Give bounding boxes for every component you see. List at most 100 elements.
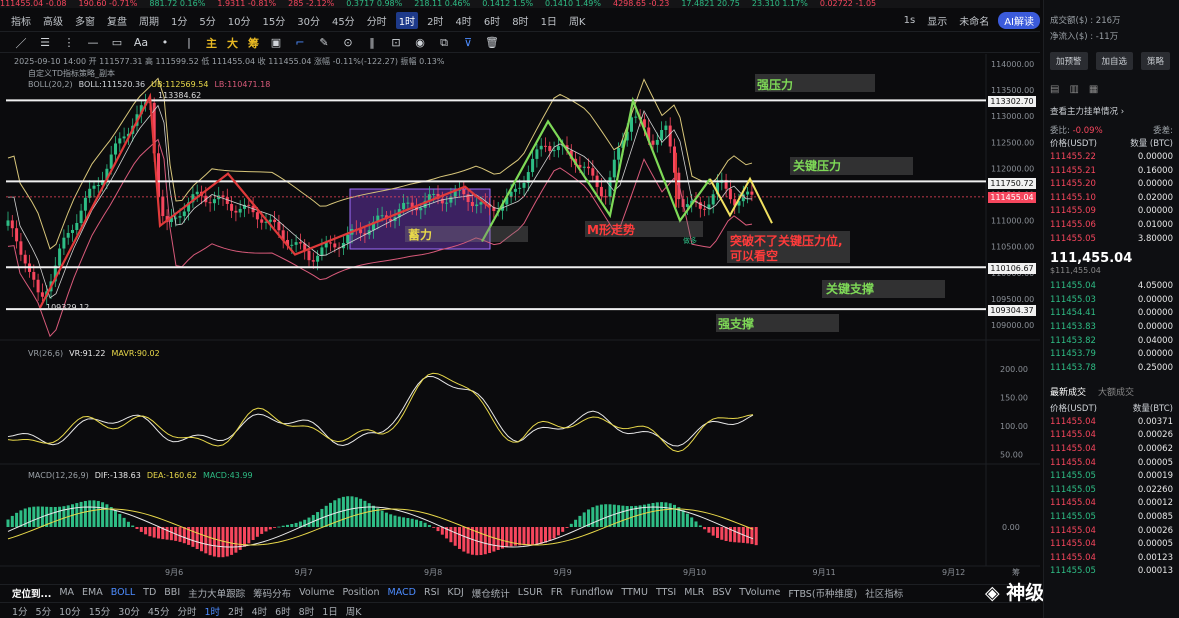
rectangle-icon[interactable]: ▭: [110, 36, 124, 50]
toolbar-right-item[interactable]: 1s: [901, 14, 919, 27]
period-tab[interactable]: 2时: [228, 604, 244, 618]
text-tool-icon[interactable]: Aa: [134, 36, 148, 50]
indicator-tab[interactable]: 爆仓统计: [472, 586, 510, 600]
toolbar-right-item[interactable]: 显示: [924, 12, 950, 29]
period-tab[interactable]: 30分: [118, 604, 140, 618]
hlines-icon[interactable]: ☰: [38, 36, 52, 50]
ticker-item[interactable]: 17.4821 20.75: [681, 0, 740, 8]
book-row[interactable]: 111455.05 0.00085: [1044, 510, 1179, 524]
period-tab[interactable]: 1日: [322, 604, 338, 618]
book-row[interactable]: 111455.10 0.02000: [1044, 191, 1179, 205]
lock-icon[interactable]: ⊡: [389, 36, 403, 50]
indicator-tab[interactable]: TVolume: [739, 587, 780, 598]
indicator-tab[interactable]: Volume: [299, 587, 334, 598]
book-row[interactable]: 111455.04 0.00005: [1044, 537, 1179, 551]
toolbar-item[interactable]: 2时: [424, 12, 446, 29]
ticker-item[interactable]: 218.11 0.46%: [414, 0, 470, 8]
indicator-tab[interactable]: Position: [343, 587, 380, 598]
period-tab[interactable]: 周K: [346, 604, 362, 618]
book-row[interactable]: 111455.04 4.05000: [1044, 279, 1179, 293]
pen-icon[interactable]: ✎: [317, 36, 331, 50]
book-sell-icon[interactable]: ▥: [1069, 84, 1078, 95]
book-row[interactable]: 111455.21 0.16000: [1044, 164, 1179, 178]
indicator-tab[interactable]: FTBS(币种维度): [788, 586, 857, 600]
eye-icon[interactable]: ◉: [413, 36, 427, 50]
book-buy-icon[interactable]: ▦: [1089, 84, 1098, 95]
book-row[interactable]: 111454.41 0.00000: [1044, 307, 1179, 321]
book-row[interactable]: 111455.20 0.00000: [1044, 177, 1179, 191]
indicator-tab[interactable]: TTSI: [656, 587, 676, 598]
indicator-tab[interactable]: BOLL: [111, 587, 135, 598]
ticker-item[interactable]: 0.3717 0.98%: [346, 0, 402, 8]
main-orders-link[interactable]: 查看主力挂单情况 ›: [1044, 95, 1179, 117]
indicator-tab[interactable]: BBI: [164, 587, 180, 598]
trash-icon[interactable]: 🗑: [485, 36, 499, 50]
indicator-tab[interactable]: RSI: [424, 587, 439, 598]
cursor-icon[interactable]: ⌐: [293, 36, 307, 50]
book-row[interactable]: 111453.78 0.25000: [1044, 361, 1179, 375]
filter-icon[interactable]: ⊽: [461, 36, 475, 50]
book-row[interactable]: 111455.04 0.00012: [1044, 497, 1179, 511]
toolbar-item[interactable]: 8时: [509, 12, 531, 29]
book-row[interactable]: 111455.04 0.00123: [1044, 551, 1179, 565]
toolbar-right-item[interactable]: 未命名: [956, 12, 992, 29]
book-row[interactable]: 111455.06 0.01000: [1044, 218, 1179, 232]
toolbar-item[interactable]: 30分: [294, 12, 323, 29]
period-tab[interactable]: 10分: [59, 604, 81, 618]
indicator-tab[interactable]: Fundflow: [571, 587, 614, 598]
book-row[interactable]: 111455.05 0.00019: [1044, 469, 1179, 483]
watchlist-button[interactable]: 加自选: [1095, 52, 1134, 70]
toolbar-item[interactable]: 周期: [136, 12, 162, 29]
toolbar-item[interactable]: 15分: [259, 12, 288, 29]
ticker-item[interactable]: 190.60 -0.71%: [79, 0, 138, 8]
hline-icon[interactable]: —: [86, 36, 100, 50]
dot-icon[interactable]: •: [158, 36, 172, 50]
indicator-tab[interactable]: KDJ: [447, 587, 463, 598]
book-row[interactable]: 111455.04 0.00005: [1044, 456, 1179, 470]
toolbar-item[interactable]: 1分: [168, 12, 190, 29]
toolbar-item[interactable]: 10分: [225, 12, 254, 29]
toolbar-right-item[interactable]: AI解读: [998, 12, 1040, 29]
measure-icon[interactable]: ⊙: [341, 36, 355, 50]
toolbar-item[interactable]: 1日: [538, 12, 560, 29]
period-tab[interactable]: 1时: [204, 604, 220, 618]
indicator-tab[interactable]: 定位到...: [12, 586, 51, 600]
book-both-icon[interactable]: ▤: [1050, 84, 1059, 95]
trendline-icon[interactable]: ／: [14, 36, 28, 50]
book-row[interactable]: 111455.05 0.02260: [1044, 483, 1179, 497]
book-row[interactable]: 111455.04 0.00026: [1044, 429, 1179, 443]
toolbar-item[interactable]: 45分: [329, 12, 358, 29]
toolbar-item[interactable]: 5分: [196, 12, 218, 29]
book-row[interactable]: 111455.05 3.80000: [1044, 232, 1179, 246]
image-icon[interactable]: ▣: [269, 36, 283, 50]
indicator-tab[interactable]: MLR: [684, 587, 704, 598]
toolbar-item[interactable]: 指标: [8, 12, 34, 29]
ticker-item[interactable]: 881.72 0.16%: [149, 0, 205, 8]
indicator-tab[interactable]: 主力大单跟踪: [188, 586, 245, 600]
layers-icon[interactable]: ⧉: [437, 36, 451, 50]
bars-icon[interactable]: ‖: [365, 36, 379, 50]
book-row[interactable]: 111455.22 0.00000: [1044, 150, 1179, 164]
ticker-item[interactable]: 23.310 1.17%: [752, 0, 808, 8]
period-tab[interactable]: 4时: [252, 604, 268, 618]
period-tab[interactable]: 8时: [299, 604, 315, 618]
toolbar-item[interactable]: 分时: [364, 12, 390, 29]
indicator-tab[interactable]: BSV: [712, 587, 731, 598]
book-row[interactable]: 111455.04 0.00371: [1044, 415, 1179, 429]
indicator-tab[interactable]: LSUR: [518, 587, 543, 598]
indicator-tab[interactable]: TD: [143, 587, 156, 598]
toolbar-item[interactable]: 周K: [566, 12, 589, 29]
alert-button[interactable]: 加预警: [1050, 52, 1088, 70]
book-row[interactable]: 111455.09 0.00000: [1044, 205, 1179, 219]
ticker-item[interactable]: 1.9311 -0.81%: [217, 0, 276, 8]
ticker-item[interactable]: 4298.65 -0.23: [613, 0, 669, 8]
indicator-tab[interactable]: 社区指标: [865, 586, 903, 600]
book-row[interactable]: 111455.05 0.00013: [1044, 565, 1179, 579]
indicator-tab[interactable]: 筹码分布: [253, 586, 291, 600]
big-order-tool[interactable]: 大: [227, 35, 238, 51]
tab-large-trades[interactable]: 大额成交: [1098, 385, 1134, 398]
period-tab[interactable]: 6时: [275, 604, 291, 618]
ticker-item[interactable]: 0.1412 1.5%: [482, 0, 533, 8]
book-row[interactable]: 111455.04 0.00026: [1044, 524, 1179, 538]
indicator-tab[interactable]: MA: [59, 587, 74, 598]
